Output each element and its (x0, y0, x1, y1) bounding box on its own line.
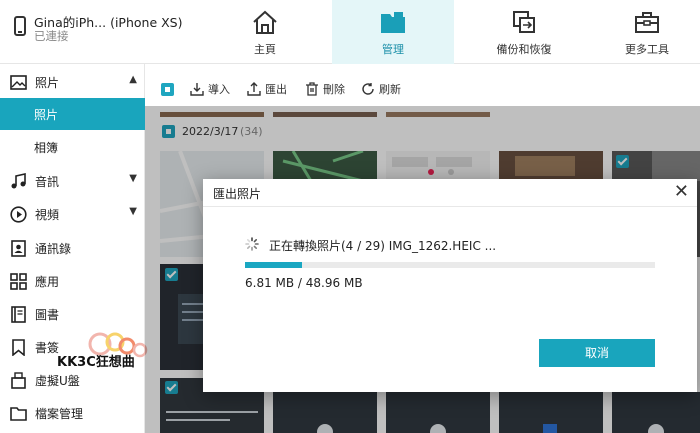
sidebar-item-label: 應用 (35, 275, 60, 289)
export-label: 匯出 (265, 83, 287, 96)
sidebar-item-books[interactable]: 圖書 (0, 298, 145, 330)
sidebar-item-label: 照片 (35, 76, 60, 90)
device-info[interactable]: Gina的iPh... (iPhone XS) 已連接 (0, 0, 210, 64)
contacts-icon (11, 240, 26, 257)
backup-restore-icon (513, 11, 535, 33)
home-icon (253, 10, 277, 34)
nav-manage[interactable]: 管理 (332, 0, 454, 64)
export-icon (247, 82, 261, 96)
phone-icon (14, 16, 26, 36)
delete-label: 刪除 (323, 83, 345, 96)
top-bar: Gina的iPh... (iPhone XS) 已連接 主頁 管理 備份和恢復 (0, 0, 700, 64)
toolbox-icon (635, 12, 659, 33)
toolbar: 導入 匯出 刪除 刷新 (145, 72, 700, 106)
sidebar-item-label: 視頻 (35, 208, 60, 222)
refresh-icon (362, 83, 374, 95)
sidebar-item-label: 圖書 (35, 308, 60, 322)
nav-backup-label: 備份和恢復 (496, 43, 552, 56)
sidebar-item-label: 檔案管理 (35, 407, 84, 421)
chevron-down-icon[interactable]: ▼ (129, 173, 137, 184)
import-label: 導入 (208, 83, 230, 96)
sidebar-item-files[interactable]: 檔案管理 (0, 397, 145, 429)
nav-backup[interactable]: 備份和恢復 (466, 0, 582, 64)
device-status: 已連接 (34, 29, 69, 43)
sidebar-item-contacts[interactable]: 通訊錄 (0, 232, 145, 264)
bookmark-icon (12, 339, 25, 356)
loading-spinner-icon (245, 237, 259, 251)
dialog-title: 匯出照片 (213, 187, 262, 201)
import-icon (190, 83, 204, 96)
nav-home-label: 主頁 (254, 43, 276, 56)
book-icon (11, 306, 26, 323)
folder-outline-icon (10, 407, 27, 421)
export-dialog: 匯出照片 ✕ 正在轉換照片(4 / 29) IMG_1262.HEIC ... … (203, 179, 697, 392)
sidebar-item-audio[interactable]: 音訊 ▼ (0, 165, 145, 197)
sidebar-subitem-albums[interactable]: 相簿 (0, 131, 145, 163)
music-icon (11, 173, 26, 189)
refresh-button[interactable]: 刷新 (361, 81, 401, 97)
delete-button[interactable]: 刪除 (305, 81, 345, 97)
nav-tools[interactable]: 更多工具 (594, 0, 700, 64)
sidebar-subitem-label: 相簿 (34, 141, 59, 155)
sidebar-item-label: 音訊 (35, 175, 60, 189)
chevron-down-icon[interactable]: ▼ (129, 206, 137, 217)
sidebar-subitem-photos[interactable]: 照片 (0, 98, 145, 130)
folder-icon (381, 12, 405, 33)
usb-drive-icon (11, 372, 26, 389)
sidebar-item-photos[interactable]: 照片 ▲ (0, 66, 145, 98)
export-progress-message: 正在轉換照片(4 / 29) IMG_1262.HEIC ... (269, 239, 497, 253)
chevron-up-icon[interactable]: ▲ (129, 74, 137, 85)
trash-icon (306, 82, 318, 96)
dialog-divider (203, 206, 697, 207)
play-icon (10, 206, 27, 223)
apps-icon (10, 273, 27, 290)
close-icon[interactable]: ✕ (674, 181, 689, 202)
sidebar-item-label: 通訊錄 (35, 242, 72, 256)
export-progress-bar (245, 262, 655, 268)
sidebar-item-video[interactable]: 視頻 ▼ (0, 198, 145, 230)
watermark-logo: KK3C狂想曲 (55, 332, 155, 376)
select-all-checkbox[interactable] (161, 83, 174, 96)
sidebar: 照片 ▲ 照片 相簿 音訊 ▼ 視頻 ▼ 通訊錄 應用 圖書 書簽 虛擬U盤 檔… (0, 64, 145, 433)
cancel-button[interactable]: 取消 (539, 339, 655, 367)
import-button[interactable]: 導入 (190, 81, 230, 97)
sidebar-item-apps[interactable]: 應用 (0, 265, 145, 297)
nav-manage-label: 管理 (382, 43, 404, 56)
nav-home[interactable]: 主頁 (210, 0, 320, 64)
svg-text:KK3C狂想曲: KK3C狂想曲 (57, 354, 135, 370)
refresh-label: 刷新 (379, 83, 401, 96)
export-progress-fill (245, 262, 303, 268)
export-size-readout: 6.81 MB / 48.96 MB (245, 276, 363, 290)
sidebar-subitem-label: 照片 (34, 108, 59, 122)
nav-tools-label: 更多工具 (625, 43, 669, 56)
export-button[interactable]: 匯出 (247, 81, 287, 97)
image-icon (10, 75, 27, 90)
